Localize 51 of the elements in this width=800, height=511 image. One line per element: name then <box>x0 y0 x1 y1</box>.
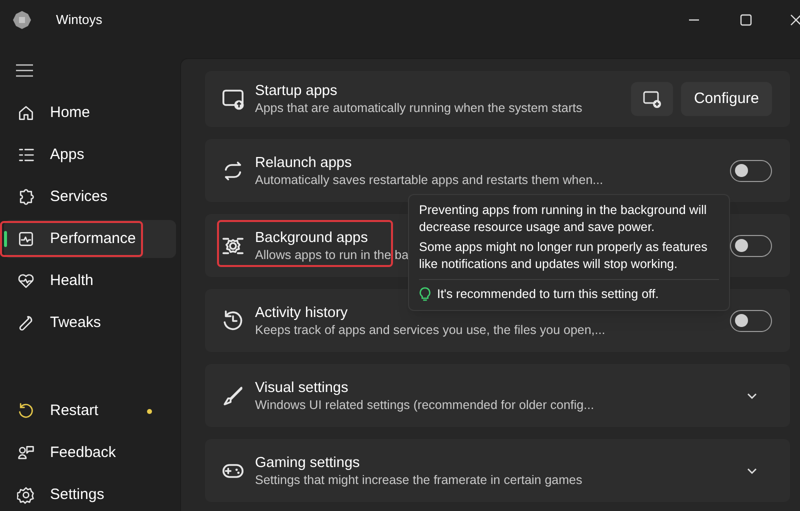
settings-card[interactable]: Startup apps Apps that are automatically running when the system starts Configure <box>205 71 790 127</box>
lightbulb-icon <box>419 286 431 302</box>
app-logo-icon <box>12 10 32 30</box>
monitor-add-icon <box>642 89 662 109</box>
toggle-switch[interactable] <box>730 310 772 332</box>
tooltip-tip: It's recommended to turn this setting off. <box>437 286 659 303</box>
puzzle-icon <box>17 188 35 206</box>
card-description: Allows apps to run in the ba <box>255 246 409 262</box>
nav-item[interactable]: Settings <box>4 476 176 511</box>
restart-icon <box>17 402 35 420</box>
card-description: Apps that are automatically running when the system starts <box>255 100 582 116</box>
close-icon[interactable] <box>790 14 800 26</box>
card-description: Windows UI related settings (recommended for older config... <box>255 396 594 412</box>
card-title: Relaunch apps <box>255 154 353 172</box>
history-icon <box>221 308 245 332</box>
settings-card[interactable]: Visual settings Windows UI related settings (recommended for older config... <box>205 364 790 427</box>
card-description: Automatically saves restartable apps and restarts them when... <box>255 172 604 188</box>
brush-icon <box>221 384 245 408</box>
list-icon <box>17 146 35 164</box>
toggle-switch[interactable] <box>730 160 772 182</box>
configure-button[interactable]: Configure <box>680 82 772 116</box>
window-title: Wintoys <box>56 11 102 30</box>
monitor-icon <box>221 87 245 111</box>
home-icon <box>17 104 35 122</box>
card-title: Gaming settings <box>255 454 361 472</box>
heartbeat-icon <box>17 272 35 290</box>
add-app-button[interactable] <box>630 82 673 116</box>
maximize-icon[interactable] <box>740 14 752 26</box>
feedback-icon <box>17 444 35 462</box>
chevron-icon[interactable] <box>746 466 758 474</box>
nav-item[interactable]: Tweaks <box>4 304 176 342</box>
nav-item[interactable]: Apps <box>4 136 176 174</box>
card-title: Activity history <box>255 304 349 322</box>
card-title: Startup apps <box>255 82 338 100</box>
nav-item[interactable]: Feedback <box>4 434 176 472</box>
nav-item[interactable]: Health <box>4 262 176 300</box>
menu-icon[interactable] <box>16 64 33 76</box>
nav-item[interactable]: Restart <box>4 392 176 430</box>
pulse-icon <box>17 230 35 248</box>
card-title: Visual settings <box>255 378 350 396</box>
card-description: Settings that might increase the framerate in certain games <box>255 472 582 488</box>
nav-item[interactable]: Home <box>4 94 176 132</box>
tooltip-text: Some apps might no longer run properly as features like notifications and updates will stop working. <box>419 239 708 273</box>
card-title: Background apps <box>255 228 369 246</box>
card-description: Keeps track of apps and services you use, the files you open,... <box>255 322 606 338</box>
nav-item[interactable]: Services <box>4 178 176 216</box>
chevron-icon[interactable] <box>746 392 758 400</box>
settings-card[interactable]: Relaunch apps Automatically saves restartable apps and restarts them when... <box>205 139 790 202</box>
wrench-icon <box>17 314 35 332</box>
gear-icon <box>17 486 35 504</box>
settings-card[interactable]: Gaming settings Settings that might increase the framerate in certain games <box>205 439 790 502</box>
